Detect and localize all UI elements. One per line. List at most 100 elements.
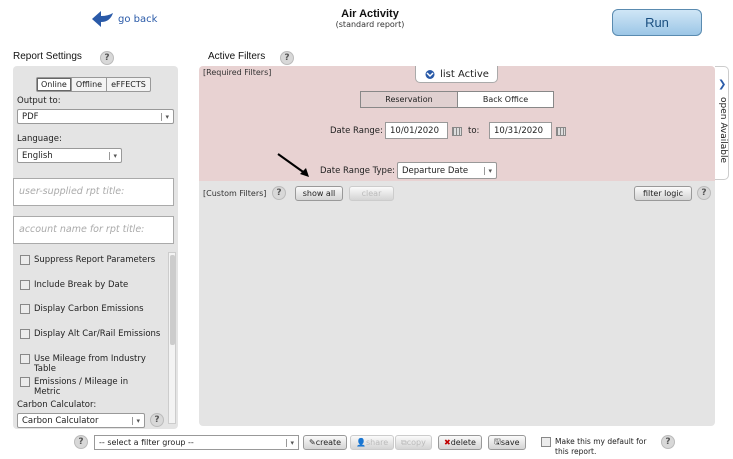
date-to-input[interactable]: 10/31/2020: [489, 122, 552, 139]
copy-label: copy: [406, 438, 426, 447]
chevron-down-icon: [425, 69, 435, 79]
help-icon[interactable]: ?: [74, 435, 88, 449]
to-label: to:: [468, 126, 480, 136]
language-value: English: [22, 150, 53, 161]
mode-toggle: Online Offline eFFECTS: [36, 77, 151, 92]
delete-label: delete: [450, 438, 476, 447]
user-icon: 👤: [356, 438, 366, 447]
option-break-by-date[interactable]: Include Break by Date: [20, 280, 128, 290]
option-label: Display Alt Car/Rail Emissions: [34, 329, 161, 339]
share-label: share: [365, 438, 389, 447]
filter-logic-button[interactable]: filter logic: [634, 186, 692, 201]
clear-button[interactable]: clear: [349, 186, 394, 201]
account-name-input[interactable]: account name for rpt title:: [13, 216, 174, 244]
option-label: Include Break by Date: [34, 280, 129, 290]
carbon-calculator-label: Carbon Calculator:: [17, 400, 97, 410]
disk-icon: 🖫: [494, 436, 501, 446]
help-icon[interactable]: ?: [697, 186, 711, 200]
open-available-label: open Available: [718, 97, 728, 164]
language-label: Language:: [17, 134, 62, 144]
save-button[interactable]: 🖫 save: [488, 435, 526, 450]
create-button[interactable]: ✎ create: [303, 435, 348, 450]
help-icon[interactable]: ?: [280, 51, 294, 65]
checkbox[interactable]: [20, 377, 30, 387]
arrow-pointer-icon: [277, 153, 309, 177]
chevron-down-icon: ▾: [286, 438, 294, 447]
option-label: Display Carbon Emissions: [34, 304, 144, 314]
option-carbon-emissions[interactable]: Display Carbon Emissions: [20, 304, 144, 314]
checkbox[interactable]: [20, 255, 30, 265]
checkbox[interactable]: [20, 354, 30, 364]
chevron-down-icon: ▾: [109, 151, 117, 160]
checkbox[interactable]: [20, 304, 30, 314]
settings-scrollbar[interactable]: [168, 252, 176, 424]
date-range-type-select[interactable]: Departure Date ▾: [397, 162, 497, 179]
calendar-icon[interactable]: [556, 127, 566, 136]
share-button[interactable]: 👤 share: [350, 435, 395, 450]
chevron-right-icon: ❯: [718, 79, 727, 90]
date-range-label: Date Range:: [330, 126, 383, 136]
active-filters-heading: Active Filters: [208, 51, 266, 62]
list-active-button[interactable]: list Active: [415, 66, 498, 83]
toggle-reservation[interactable]: Reservation: [361, 92, 457, 107]
list-active-label: list Active: [440, 68, 489, 80]
option-label: Emissions / Mileage in Metric: [34, 377, 129, 397]
carbon-value: Carbon Calculator: [22, 415, 99, 426]
toggle-back-office[interactable]: Back Office: [457, 92, 553, 107]
create-label: create: [315, 438, 342, 447]
report-settings-heading: Report Settings: [13, 51, 82, 62]
option-alt-car-rail[interactable]: Display Alt Car/Rail Emissions: [20, 329, 160, 339]
filter-group-value: -- select a filter group --: [99, 438, 194, 447]
chevron-down-icon: ▾: [161, 112, 169, 121]
run-button[interactable]: Run: [612, 9, 702, 36]
go-back-button[interactable]: go back: [92, 10, 157, 28]
checkbox[interactable]: [541, 437, 551, 447]
scrollbar-thumb[interactable]: [170, 255, 175, 345]
option-suppress-params[interactable]: Suppress Report Parameters: [20, 255, 155, 265]
chevron-down-icon: ▾: [132, 416, 140, 425]
rpt-title-input[interactable]: user-supplied rpt title:: [13, 178, 174, 206]
delete-x-icon: ✖: [444, 438, 451, 447]
date-from-input[interactable]: 10/01/2020: [385, 122, 448, 139]
option-metric[interactable]: Emissions / Mileage in Metric: [20, 377, 155, 397]
mode-online[interactable]: Online: [37, 78, 72, 91]
option-mileage-industry[interactable]: Use Mileage from Industry Table: [20, 354, 155, 374]
output-select[interactable]: PDF ▾: [17, 109, 174, 124]
report-settings-title: Report Settings: [13, 51, 82, 62]
checkbox[interactable]: [20, 329, 30, 339]
calendar-icon[interactable]: [452, 127, 462, 136]
carbon-calculator-select[interactable]: Carbon Calculator ▾: [17, 413, 145, 428]
date-type-value: Departure Date: [402, 165, 469, 176]
option-label: Use Mileage from Industry Table: [34, 354, 146, 374]
page-subtitle: (standard report): [335, 20, 405, 29]
go-back-label: go back: [118, 13, 158, 25]
source-toggle: Reservation Back Office: [360, 91, 554, 108]
custom-filters-label: [Custom Filters]: [203, 189, 267, 198]
custom-filters-panel: [199, 181, 715, 426]
output-value: PDF: [22, 111, 39, 122]
required-filters-label: [Required Filters]: [203, 68, 272, 77]
output-label: Output to:: [17, 96, 61, 106]
default-checkbox-row[interactable]: Make this my default for this report.: [541, 437, 661, 457]
arrow-left-icon: [92, 11, 113, 27]
open-available-tab[interactable]: ❯ open Available: [715, 66, 729, 180]
chevron-down-icon: ▾: [484, 166, 492, 175]
help-icon[interactable]: ?: [150, 413, 164, 427]
help-icon[interactable]: ?: [100, 51, 114, 65]
language-select[interactable]: English ▾: [17, 148, 122, 163]
page-title: Air Activity: [341, 8, 399, 20]
mode-effects[interactable]: eFFECTS: [107, 78, 150, 91]
mode-offline[interactable]: Offline: [72, 78, 108, 91]
checkbox[interactable]: [20, 280, 30, 290]
save-label: save: [500, 438, 520, 447]
filter-group-select[interactable]: -- select a filter group -- ▾: [94, 435, 299, 450]
copy-button[interactable]: ⧉ copy: [395, 435, 432, 450]
report-title-block: Air Activity (standard report): [300, 8, 440, 29]
show-all-button[interactable]: show all: [295, 186, 343, 201]
option-label: Suppress Report Parameters: [34, 255, 156, 265]
help-icon[interactable]: ?: [272, 186, 286, 200]
date-range-type-label: Date Range Type:: [320, 166, 396, 176]
help-icon[interactable]: ?: [661, 435, 675, 449]
delete-button[interactable]: ✖ delete: [438, 435, 482, 450]
pencil-icon: ✎: [309, 438, 316, 447]
